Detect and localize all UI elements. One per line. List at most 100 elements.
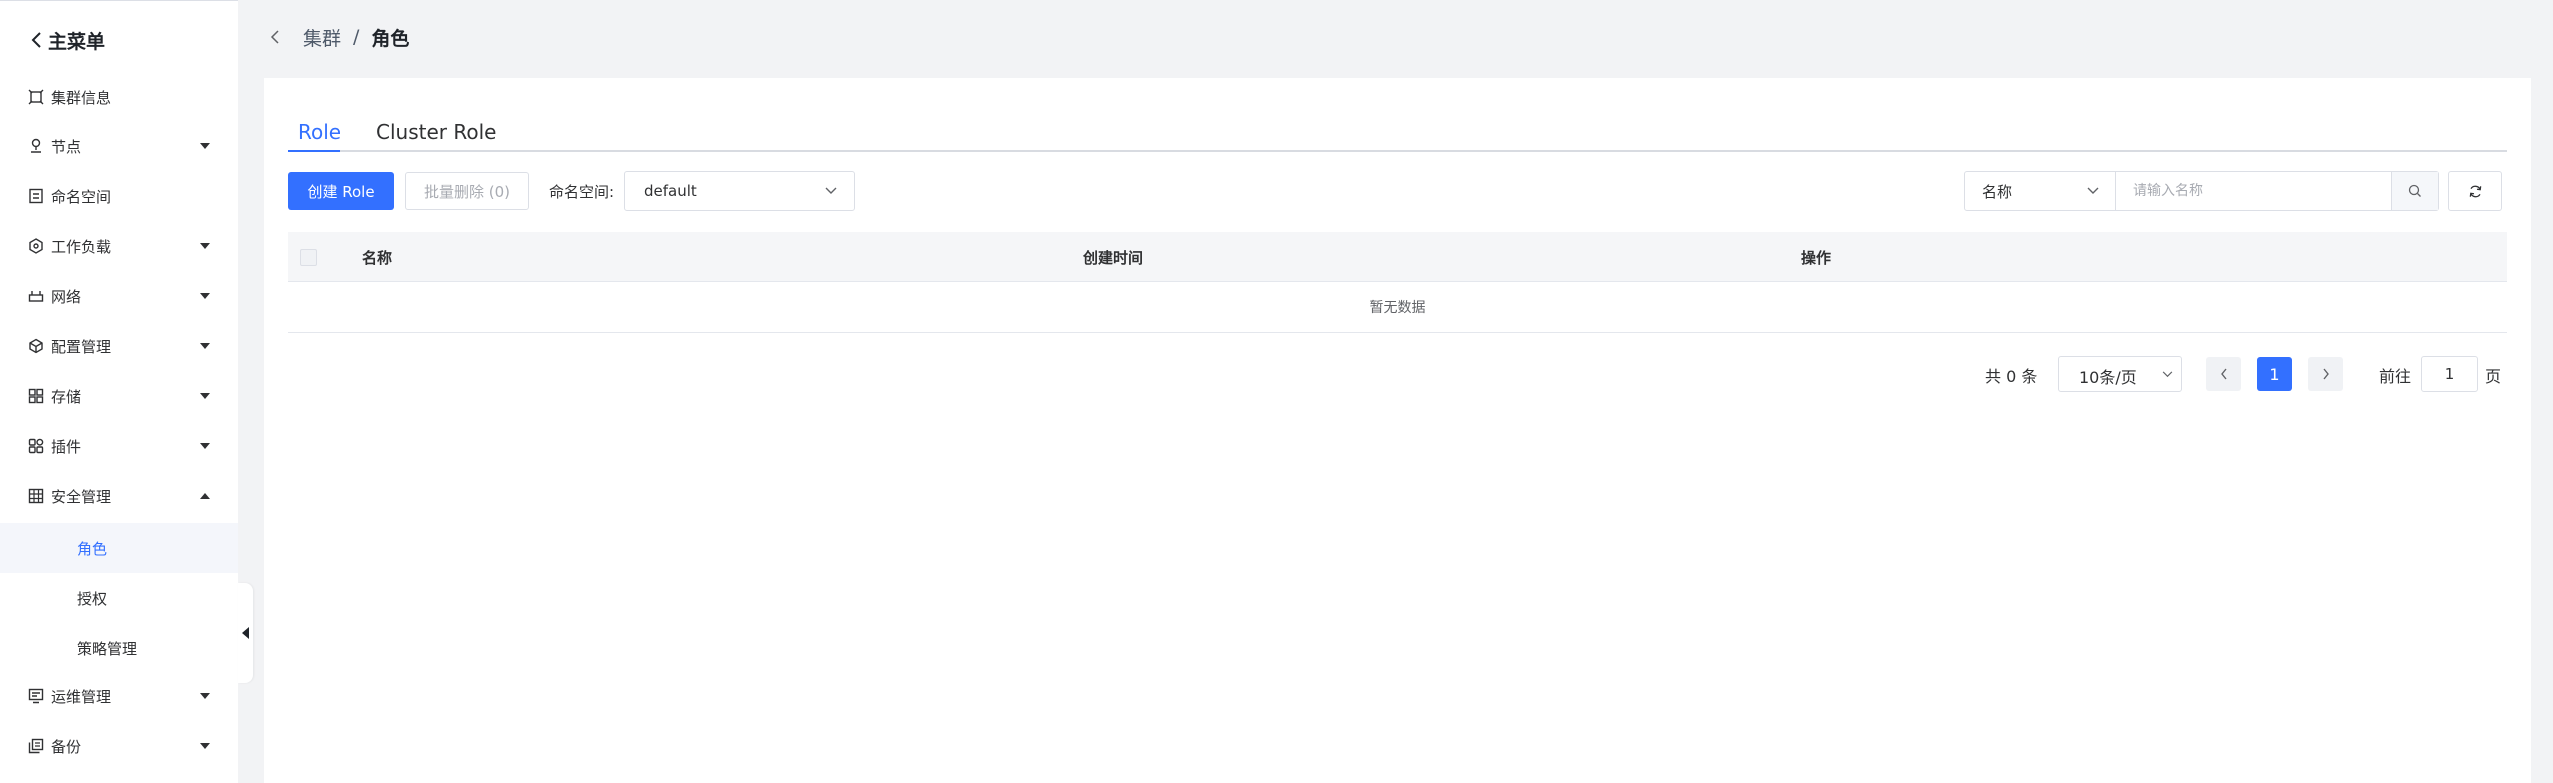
- caret-down-icon: [200, 143, 210, 149]
- sidebar-item-label: 配置管理: [51, 337, 112, 356]
- caret-down-icon: [200, 243, 210, 249]
- sidebar-item-label: 安全管理: [51, 487, 112, 506]
- empty-text: 暂无数据: [1369, 300, 1426, 316]
- chevron-right-icon: [2322, 368, 2329, 380]
- prev-page-button[interactable]: [2206, 357, 2241, 391]
- search-button[interactable]: [2392, 172, 2438, 210]
- main-menu-back[interactable]: 主菜单: [30, 25, 105, 55]
- column-header-created: 创建时间: [1083, 249, 1144, 267]
- sidebar-item-label: 备份: [51, 737, 82, 756]
- search-icon: [2408, 184, 2421, 197]
- sidebar-item-plugin[interactable]: 插件: [0, 423, 238, 469]
- sidebar-item-label: 插件: [51, 437, 82, 456]
- back-chevron-icon[interactable]: [270, 30, 280, 44]
- node-icon: [31, 138, 41, 153]
- chevron-down-icon: [2087, 187, 2099, 194]
- caret-down-icon: [200, 393, 210, 399]
- sidebar-item-label: 集群信息: [51, 88, 112, 107]
- breadcrumb-cluster[interactable]: 集群: [303, 24, 341, 51]
- tab-bar: Role Cluster Role: [288, 112, 2507, 152]
- content-card: Role Cluster Role 创建 Role 批量删除 (0) 命名空间:…: [264, 78, 2531, 783]
- ops-icon: [28, 688, 44, 704]
- page-1-button[interactable]: 1: [2257, 357, 2292, 391]
- chevron-down-icon: [2162, 371, 2173, 378]
- column-header-name: 名称: [362, 249, 393, 267]
- cluster-info-icon: [28, 89, 44, 105]
- storage-icon: [28, 388, 44, 404]
- chevron-left-icon: [2220, 368, 2227, 380]
- sidebar-item-node[interactable]: 节点: [0, 123, 238, 169]
- caret-down-icon: [200, 443, 210, 449]
- chevron-left-icon: [31, 32, 41, 48]
- sidebar-subitem-label: 角色: [77, 539, 108, 558]
- sidebar-item-label: 网络: [51, 287, 82, 306]
- workload-icon: [29, 238, 43, 254]
- pagination: 共 0 条 10条/页 1 前往 页: [264, 356, 2531, 392]
- sidebar-item-label: 命名空间: [51, 187, 112, 206]
- tab-cluster-role[interactable]: Cluster Role: [376, 112, 496, 152]
- goto-label: 前往: [2379, 367, 2412, 386]
- search-input[interactable]: [2116, 172, 2391, 210]
- sidebar-collapse-handle[interactable]: [238, 583, 253, 683]
- sidebar: 主菜单 集群信息 节点 命名空间 工作负载 网络 配置管理 存储 插件 安全管理…: [0, 0, 238, 783]
- sidebar-item-label: 运维管理: [51, 687, 112, 706]
- sidebar-item-config[interactable]: 配置管理: [0, 323, 238, 369]
- plugin-icon: [28, 438, 44, 454]
- goto-page-input[interactable]: [2421, 356, 2478, 392]
- sidebar-item-backup[interactable]: 备份: [0, 723, 238, 769]
- sidebar-subitem-label: 策略管理: [77, 639, 138, 658]
- tab-role[interactable]: Role: [298, 112, 341, 152]
- network-icon: [28, 291, 44, 302]
- sidebar-item-network[interactable]: 网络: [0, 273, 238, 319]
- caret-down-icon: [200, 693, 210, 699]
- search-field-select[interactable]: 名称: [1965, 172, 2115, 210]
- page-size-value: 10条/页: [2079, 368, 2137, 387]
- batch-delete-button[interactable]: 批量删除 (0): [405, 172, 529, 210]
- caret-down-icon: [200, 343, 210, 349]
- breadcrumb: 集群 / 角色: [270, 22, 409, 52]
- namespace-select[interactable]: default: [624, 171, 855, 211]
- breadcrumb-separator: /: [353, 26, 360, 48]
- sidebar-subitem-policy[interactable]: 策略管理: [0, 623, 238, 673]
- sidebar-item-storage[interactable]: 存储: [0, 373, 238, 419]
- page-size-select[interactable]: 10条/页: [2058, 356, 2182, 392]
- tab-active-indicator: [288, 150, 340, 152]
- sidebar-item-security[interactable]: 安全管理: [0, 473, 238, 519]
- namespace-icon: [29, 188, 43, 204]
- table-header: 名称 创建时间 操作: [288, 232, 2507, 282]
- role-table: 名称 创建时间 操作 暂无数据: [288, 232, 2507, 333]
- search-group: 名称: [1964, 171, 2439, 211]
- refresh-button[interactable]: [2448, 171, 2502, 211]
- sidebar-item-cluster-info[interactable]: 集群信息: [0, 74, 238, 120]
- caret-left-icon: [242, 627, 249, 639]
- refresh-icon: [2469, 185, 2481, 197]
- column-header-actions: 操作: [1801, 249, 1832, 267]
- chevron-down-icon: [825, 187, 837, 194]
- config-icon: [29, 338, 43, 354]
- sidebar-item-workload[interactable]: 工作负载: [0, 223, 238, 269]
- search-field-value: 名称: [1982, 183, 2013, 201]
- namespace-label: 命名空间:: [549, 183, 615, 201]
- sidebar-subitem-role[interactable]: 角色: [0, 523, 238, 573]
- sidebar-item-label: 节点: [51, 137, 82, 156]
- sidebar-item-ops[interactable]: 运维管理: [0, 673, 238, 719]
- main-menu-label: 主菜单: [48, 30, 106, 53]
- pagination-total: 共 0 条: [1985, 367, 2038, 386]
- caret-up-icon: [200, 493, 210, 499]
- namespace-select-value: default: [644, 182, 697, 200]
- sidebar-item-namespace[interactable]: 命名空间: [0, 173, 238, 219]
- breadcrumb-current: 角色: [371, 27, 410, 50]
- backup-icon: [28, 738, 44, 754]
- caret-down-icon: [200, 293, 210, 299]
- create-role-button[interactable]: 创建 Role: [288, 172, 394, 210]
- sidebar-item-label: 工作负载: [51, 237, 112, 256]
- security-icon: [28, 488, 44, 504]
- sidebar-item-label: 存储: [51, 387, 82, 406]
- next-page-button[interactable]: [2308, 357, 2343, 391]
- table-empty-row: 暂无数据: [288, 282, 2507, 333]
- sidebar-subitem-authorization[interactable]: 授权: [0, 573, 238, 623]
- select-all-checkbox[interactable]: [300, 249, 317, 266]
- goto-suffix: 页: [2485, 367, 2502, 386]
- caret-down-icon: [200, 743, 210, 749]
- sidebar-subitem-label: 授权: [77, 589, 108, 608]
